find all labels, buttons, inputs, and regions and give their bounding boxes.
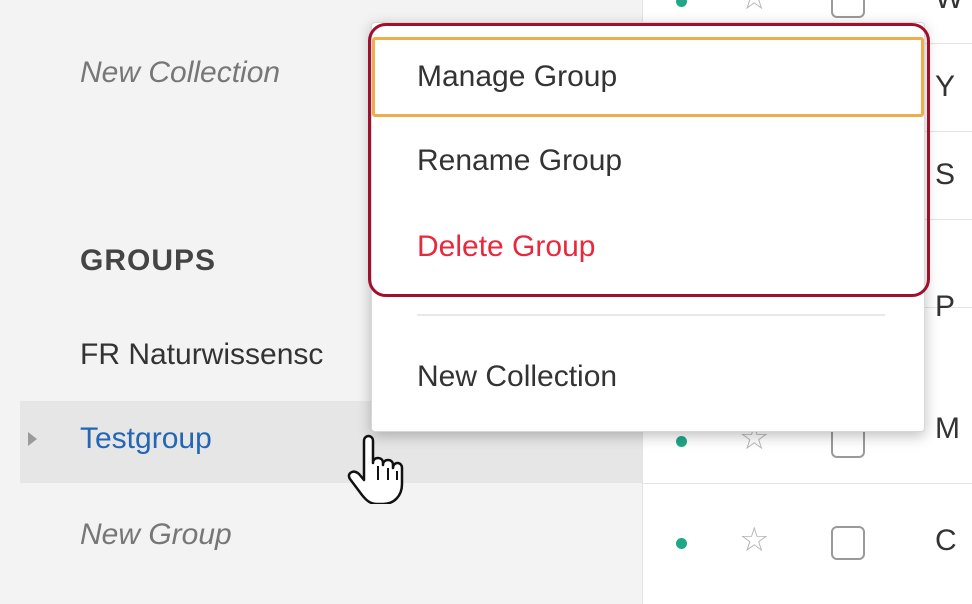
row-checkbox[interactable] (831, 0, 865, 18)
delete-group-menu-item[interactable]: Delete Group (372, 207, 924, 287)
status-dot (676, 0, 687, 7)
list-item-title: S (935, 158, 956, 191)
new-group-link[interactable]: New Group (80, 518, 232, 552)
sidebar-item-testgroup[interactable]: Testgroup (80, 422, 212, 456)
list-item-title: M (935, 412, 960, 445)
group-context-menu: Manage Group Rename Group Delete Group N… (371, 22, 925, 432)
list-item-title: P (935, 290, 956, 323)
manage-group-menu-item[interactable]: Manage Group (372, 37, 924, 117)
groups-heading: GROUPS (80, 244, 217, 277)
list-item-title: C (935, 524, 957, 557)
menu-divider (417, 314, 885, 316)
status-dot (676, 436, 687, 447)
new-collection-menu-item[interactable]: New Collection (372, 337, 924, 417)
list-item-title: Y (935, 70, 956, 103)
sidebar-item-fr-naturwissenschaften[interactable]: FR Naturwissensc (80, 338, 323, 372)
star-outline-icon[interactable]: ☆ (739, 520, 769, 560)
hand-pointer-cursor-icon (347, 434, 404, 504)
rename-group-menu-item[interactable]: Rename Group (372, 121, 924, 201)
row-checkbox[interactable] (831, 526, 865, 560)
status-dot (676, 538, 687, 549)
star-outline-icon[interactable]: ☆ (739, 0, 769, 18)
list-item-title: W (935, 0, 963, 16)
triangle-right-icon[interactable] (28, 432, 37, 446)
list-item[interactable]: ☆ C (643, 498, 972, 586)
new-collection-link[interactable]: New Collection (80, 56, 280, 90)
